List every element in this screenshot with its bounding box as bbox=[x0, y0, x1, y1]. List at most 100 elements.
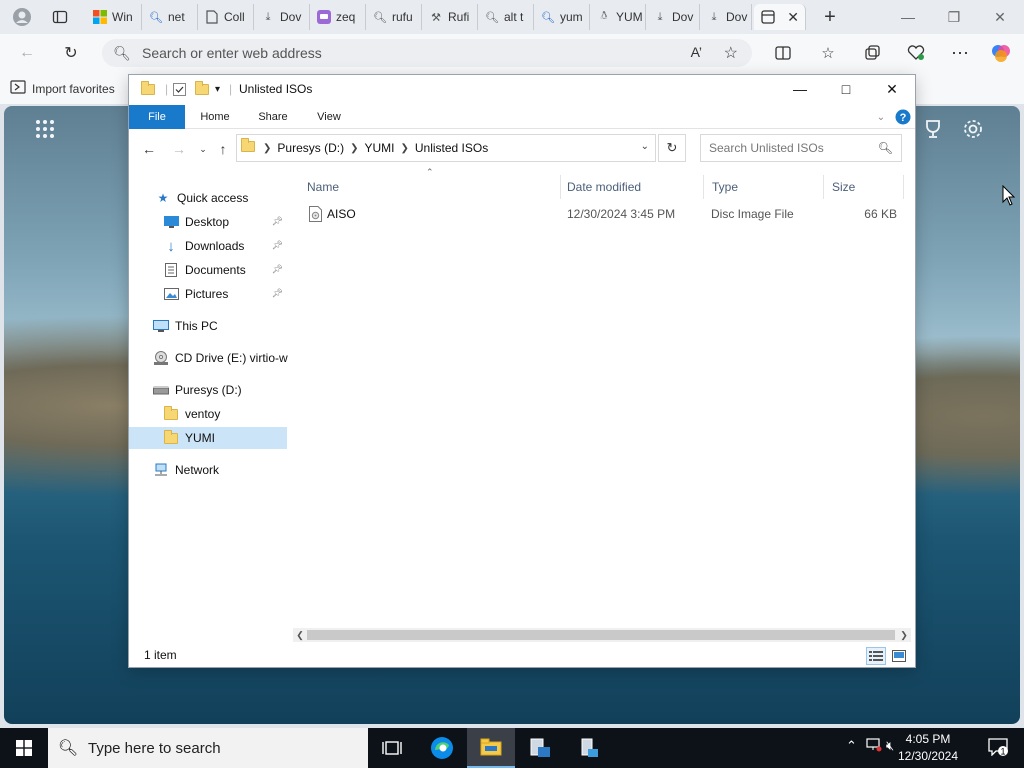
column-header-name[interactable]: Name bbox=[299, 175, 561, 199]
rewards-trophy-icon[interactable] bbox=[922, 118, 944, 146]
explorer-minimize-icon[interactable]: — bbox=[777, 75, 823, 103]
horizontal-scrollbar[interactable]: ❮ ❯ bbox=[293, 628, 911, 642]
browser-tab-active[interactable]: ✕ bbox=[754, 4, 806, 30]
tab-share[interactable]: Share bbox=[249, 105, 297, 129]
tab-label: yum bbox=[560, 10, 583, 24]
back-arrow-icon[interactable]: ← bbox=[139, 139, 159, 159]
restore-icon[interactable]: ❐ bbox=[934, 5, 974, 29]
breadcrumb-segment[interactable]: Unlisted ISOs bbox=[415, 141, 488, 155]
scroll-right-icon[interactable]: ❯ bbox=[897, 628, 911, 642]
scrollbar-thumb[interactable] bbox=[307, 630, 895, 640]
browser-tab[interactable]: 🔍︎ rufu bbox=[366, 4, 422, 30]
browser-tab[interactable]: zeq bbox=[310, 4, 366, 30]
nav-quick-access[interactable]: ★ Quick access bbox=[129, 187, 287, 209]
browser-tab[interactable]: 🐧︎ YUM bbox=[590, 4, 646, 30]
help-icon[interactable]: ? bbox=[893, 105, 913, 129]
new-tab-icon[interactable]: + bbox=[818, 5, 842, 29]
nav-downloads[interactable]: ↓ Downloads 📌︎ bbox=[129, 235, 287, 257]
server-manager-icon[interactable] bbox=[516, 728, 564, 768]
tab-label: rufu bbox=[392, 10, 413, 24]
tab-home[interactable]: Home bbox=[191, 105, 239, 129]
properties-checkbox-icon[interactable] bbox=[173, 81, 186, 97]
close-window-icon[interactable]: ✕ bbox=[980, 5, 1020, 29]
customize-qat-icon[interactable]: ▾ bbox=[215, 81, 220, 97]
tab-file[interactable]: File bbox=[129, 105, 185, 129]
nav-puresys-drive[interactable]: Puresys (D:) bbox=[129, 379, 287, 401]
browser-tab[interactable]: Coll bbox=[198, 4, 254, 30]
browser-tab[interactable]: ⤓ Dov bbox=[254, 4, 310, 30]
scroll-left-icon[interactable]: ❮ bbox=[293, 628, 307, 642]
nav-pictures[interactable]: Pictures 📌︎ bbox=[129, 283, 287, 305]
clock[interactable]: 4:05 PM 12/30/2024 bbox=[888, 731, 968, 765]
edge-browser-icon[interactable] bbox=[418, 728, 466, 768]
explorer-maximize-icon[interactable]: □ bbox=[823, 75, 869, 103]
nav-ventoy[interactable]: ventoy bbox=[129, 403, 287, 425]
breadcrumb-segment[interactable]: YUMI bbox=[364, 141, 394, 155]
refresh-icon[interactable]: ↻ bbox=[58, 41, 84, 65]
large-icons-view-icon[interactable] bbox=[889, 647, 909, 665]
network-tool-icon[interactable] bbox=[565, 728, 613, 768]
nav-cd-drive[interactable]: CD Drive (E:) virtio-w bbox=[129, 347, 288, 369]
breadcrumb-segment[interactable]: Puresys (D:) bbox=[277, 141, 344, 155]
nav-label: Network bbox=[175, 463, 220, 477]
nav-network[interactable]: Network bbox=[129, 459, 287, 481]
column-header-date[interactable]: Date modified bbox=[559, 175, 704, 199]
browser-tab[interactable]: 🔍︎ alt t bbox=[478, 4, 534, 30]
show-hidden-icons-icon[interactable]: ⌃ bbox=[846, 738, 857, 754]
back-icon[interactable]: ← bbox=[14, 41, 40, 65]
browser-tab[interactable]: ⤓ Dov bbox=[646, 4, 700, 30]
browser-tab[interactable]: ⚒ Rufi bbox=[422, 4, 478, 30]
split-screen-icon[interactable] bbox=[770, 41, 796, 65]
close-tab-icon[interactable]: ✕ bbox=[787, 9, 799, 26]
network-status-icon[interactable] bbox=[866, 738, 882, 755]
pin-icon: 📌︎ bbox=[271, 264, 283, 274]
expand-ribbon-icon[interactable]: ⌄ bbox=[871, 105, 891, 129]
collections-icon[interactable] bbox=[859, 41, 885, 65]
favorite-star-icon[interactable]: ☆ bbox=[724, 43, 738, 63]
import-favorites-button[interactable]: Import favorites bbox=[10, 80, 115, 97]
nav-label: Documents bbox=[185, 263, 246, 277]
taskbar-search-box[interactable]: 🔍︎ Type here to search bbox=[48, 728, 368, 768]
column-header-type[interactable]: Type bbox=[704, 175, 824, 199]
address-input[interactable]: 🔍︎ Search or enter web address A’ ☆ bbox=[102, 39, 752, 67]
file-explorer-taskbar-icon[interactable] bbox=[467, 728, 515, 768]
more-options-icon[interactable]: ⋯ bbox=[947, 41, 973, 65]
copilot-icon[interactable] bbox=[988, 41, 1014, 65]
nav-documents[interactable]: Documents 📌︎ bbox=[129, 259, 287, 281]
read-aloud-icon[interactable]: A’ bbox=[691, 44, 702, 60]
nav-this-pc[interactable]: This PC bbox=[129, 315, 287, 337]
start-button[interactable] bbox=[0, 728, 48, 768]
chevron-down-icon[interactable]: ⌄ bbox=[641, 141, 649, 152]
up-arrow-icon[interactable]: ↑ bbox=[213, 139, 233, 159]
file-row[interactable]: AISO 12/30/2024 3:45 PM Disc Image File … bbox=[299, 203, 907, 225]
breadcrumb[interactable]: ❯ Puresys (D:) ❯ YUMI ❯ Unlisted ISOs ⌄ bbox=[236, 134, 656, 162]
browser-tab[interactable]: ⤓ Dov bbox=[700, 4, 752, 30]
new-folder-icon[interactable] bbox=[195, 80, 209, 97]
browser-essentials-icon[interactable] bbox=[903, 41, 929, 65]
tab-actions-icon[interactable] bbox=[48, 5, 72, 29]
network-icon bbox=[153, 462, 169, 478]
details-view-icon[interactable] bbox=[866, 647, 886, 665]
nav-yumi[interactable]: YUMI bbox=[129, 427, 287, 449]
browser-tab[interactable]: 🔍︎ yum bbox=[534, 4, 590, 30]
nav-desktop[interactable]: Desktop 📌︎ bbox=[129, 211, 287, 233]
browser-tab[interactable]: 🔍︎ net bbox=[142, 4, 198, 30]
nav-label: Quick access bbox=[177, 191, 249, 205]
tab-view[interactable]: View bbox=[305, 105, 353, 129]
profile-avatar-icon[interactable] bbox=[10, 5, 34, 29]
browser-tab[interactable]: Win bbox=[86, 4, 142, 30]
apps-grid-icon[interactable] bbox=[34, 118, 56, 146]
column-header-size[interactable]: Size bbox=[824, 175, 904, 199]
desktop-icon bbox=[163, 214, 179, 230]
search-input[interactable]: Search Unlisted ISOs 🔍︎ bbox=[700, 134, 902, 162]
forward-arrow-icon[interactable]: → bbox=[169, 139, 189, 159]
page-settings-icon[interactable] bbox=[962, 118, 984, 146]
favorites-icon[interactable]: ☆ bbox=[815, 41, 841, 65]
recent-locations-icon[interactable]: ⌄ bbox=[193, 139, 213, 159]
taskbar-search-placeholder: Type here to search bbox=[88, 739, 221, 757]
task-view-icon[interactable] bbox=[368, 728, 416, 768]
notification-center-icon[interactable]: 1 bbox=[988, 738, 1008, 759]
minimize-icon[interactable]: — bbox=[888, 5, 928, 29]
explorer-close-icon[interactable]: ✕ bbox=[869, 75, 915, 103]
refresh-button[interactable]: ↻ bbox=[658, 134, 686, 162]
